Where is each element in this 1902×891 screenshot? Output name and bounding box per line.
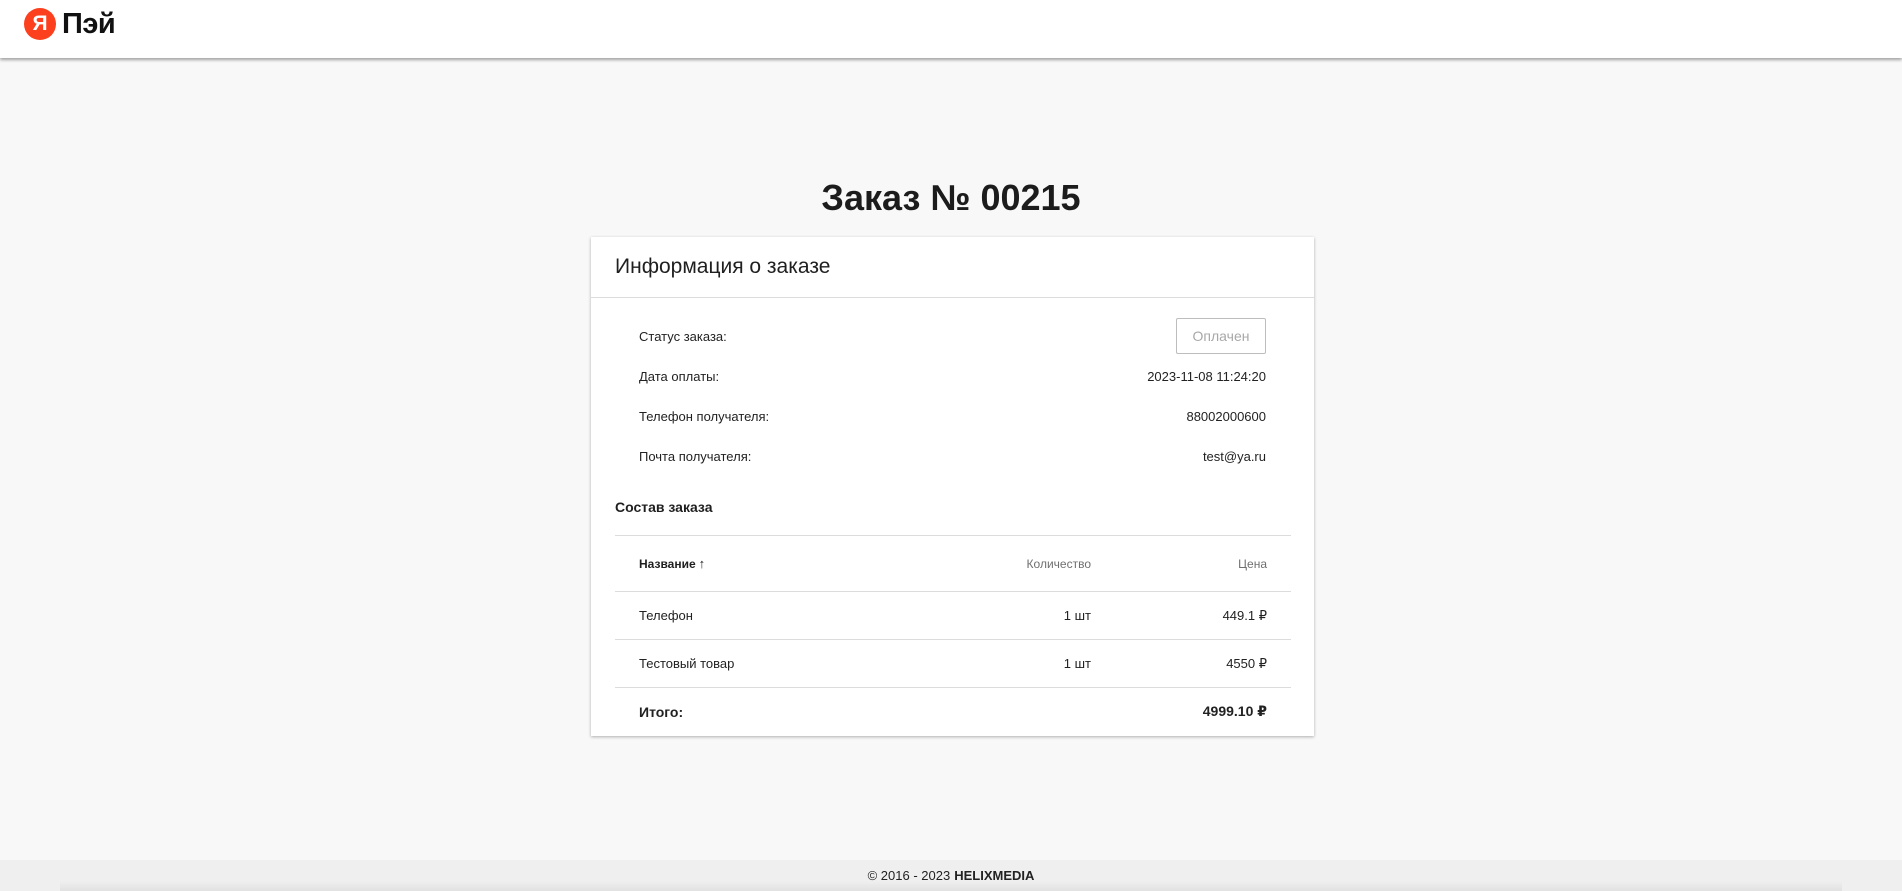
top-bar: Я Пэй [0, 0, 1902, 58]
email-row: Почта получателя: test@ya.ru [639, 436, 1266, 476]
total-value: 4999.10 ₽ [1202, 703, 1267, 719]
status-row: Статус заказа: Оплачен [639, 316, 1266, 356]
table-header-row: Название ↑ Количество Цена [615, 536, 1291, 592]
column-header-name[interactable]: Название ↑ [639, 556, 705, 571]
table-row: Телефон 1 шт 449.1 ₽ [615, 592, 1291, 640]
logo-text: Пэй [62, 7, 116, 40]
email-value: test@ya.ru [1202, 448, 1266, 464]
item-price: 449.1 ₽ [1222, 607, 1267, 623]
phone-label: Телефон получателя: [639, 408, 770, 424]
card-title: Информация о заказе [591, 237, 1314, 298]
arrow-up-icon: ↑ [698, 556, 706, 571]
total-label: Итого: [639, 703, 684, 720]
status-label: Статус заказа: [639, 328, 727, 344]
footer: © 2016 - 2023 HELIXMEDIA [0, 860, 1902, 891]
item-qty: 1 шт [1063, 656, 1091, 671]
column-header-price[interactable]: Цена [1238, 557, 1267, 571]
total-row: Итого: 4999.10 ₽ [615, 688, 1291, 735]
column-name-label: Название [639, 556, 696, 571]
payment-date-value: 2023-11-08 11:24:20 [1147, 368, 1266, 384]
item-price: 4550 ₽ [1226, 655, 1267, 671]
payment-date-label: Дата оплаты: [639, 368, 720, 384]
composition-title: Состав заказа [615, 499, 713, 515]
payment-date-row: Дата оплаты: 2023-11-08 11:24:20 [639, 356, 1266, 396]
email-label: Почта получателя: [639, 448, 752, 464]
yandex-logo-icon: Я [24, 8, 56, 40]
phone-value: 88002000600 [1186, 408, 1266, 424]
column-header-qty[interactable]: Количество [1027, 557, 1091, 571]
yandex-pay-logo[interactable]: Я Пэй [24, 7, 116, 40]
item-name: Телефон [639, 608, 693, 623]
order-info-card: Информация о заказе Статус заказа: Оплач… [591, 237, 1314, 736]
item-name: Тестовый товар [639, 656, 735, 671]
table-row: Тестовый товар 1 шт 4550 ₽ [615, 640, 1291, 688]
footer-shadow [60, 881, 1842, 891]
item-qty: 1 шт [1063, 608, 1091, 623]
order-items-table: Название ↑ Количество Цена Телефон 1 шт … [615, 535, 1291, 735]
phone-row: Телефон получателя: 88002000600 [639, 396, 1266, 436]
page-title: Заказ № 00215 [821, 177, 1081, 218]
status-button[interactable]: Оплачен [1176, 318, 1266, 354]
